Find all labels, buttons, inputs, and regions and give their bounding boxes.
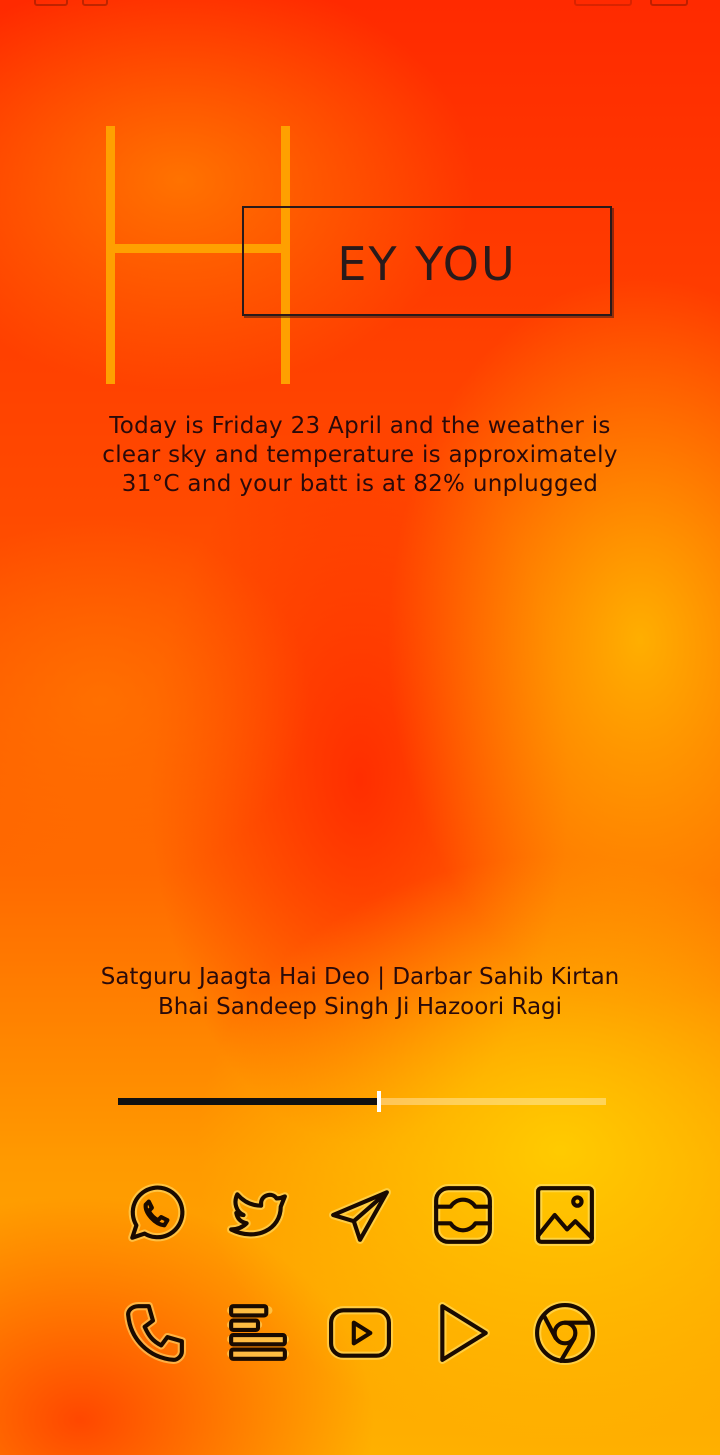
notification-icon [82,0,108,6]
greeting-text: EY YOU [337,237,517,291]
progress-fill [118,1098,380,1105]
progress-thumb[interactable] [377,1091,382,1112]
status-bar-right [574,0,694,6]
greeting-box: EY YOU [242,206,612,316]
telegram-icon[interactable] [309,1182,411,1248]
youtube-icon[interactable] [309,1300,411,1366]
h-left-bar [106,126,115,384]
gallery-icon[interactable] [514,1182,616,1248]
chrome-icon[interactable] [514,1300,616,1366]
app-row-2 [104,1300,616,1366]
home-screen: EY YOU Today is Friday 23 April and the … [0,0,720,1455]
music-title[interactable]: Satguru Jaagta Hai Deo | Darbar Sahib Ki… [100,962,620,1022]
camera-icon[interactable] [412,1182,514,1248]
twitter-icon[interactable] [207,1182,309,1248]
notification-icon [34,0,68,6]
play-store-icon[interactable] [412,1300,514,1366]
signal-icon [574,0,632,6]
music-progress-bar[interactable] [118,1091,606,1112]
app-row-1 [104,1182,616,1248]
status-bar-left [34,0,114,6]
battery-icon [650,0,688,6]
phone-icon[interactable] [104,1300,206,1366]
whatsapp-icon[interactable] [104,1182,206,1248]
notes-icon[interactable] [207,1300,309,1366]
info-widget-text: Today is Friday 23 April and the weather… [102,413,618,497]
